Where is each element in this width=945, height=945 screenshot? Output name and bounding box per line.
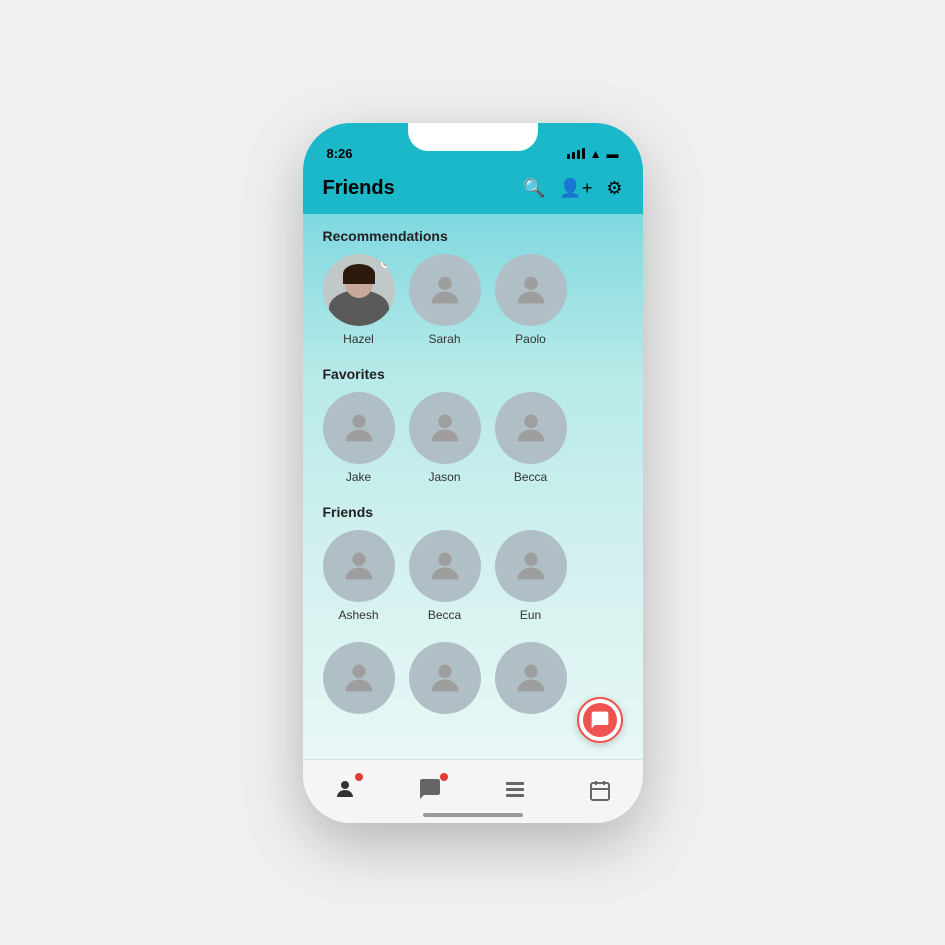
avatar-jake[interactable]: Jake xyxy=(323,392,395,484)
favorites-section: Favorites Jake xyxy=(303,352,643,490)
eun-name: Eun xyxy=(520,608,541,622)
avatar-eun[interactable]: Eun xyxy=(495,530,567,622)
jason-avatar-circle xyxy=(409,392,481,464)
recommendations-section: Recommendations Hazel xyxy=(303,214,643,352)
add-friend-icon[interactable]: 👤+ xyxy=(559,178,592,199)
events-nav-icon xyxy=(588,779,612,803)
eun-avatar-circle xyxy=(495,530,567,602)
phone-frame: 8:26 ▲ ▬ Friends 🔍 👤+ ⚙ Recommendations xyxy=(303,123,643,823)
settings-icon[interactable]: ⚙ xyxy=(606,178,622,199)
avatar-becca-friends[interactable]: Becca xyxy=(409,530,481,622)
paolo-name: Paolo xyxy=(515,332,546,346)
feed-nav-icon xyxy=(503,779,527,803)
avatar-becca-fav[interactable]: Becca xyxy=(495,392,567,484)
header-icons: 🔍 👤+ ⚙ xyxy=(523,178,623,199)
friends-badge xyxy=(355,773,363,781)
avatar-more-1[interactable] xyxy=(323,642,395,714)
becca-fav-avatar-circle xyxy=(495,392,567,464)
eun-person-icon xyxy=(511,546,551,586)
bottom-nav xyxy=(303,759,643,823)
messages-nav-icon xyxy=(418,777,442,801)
nav-friends[interactable] xyxy=(333,777,357,806)
nav-feed[interactable] xyxy=(503,779,527,803)
more-1-icon xyxy=(339,658,379,698)
notch xyxy=(408,123,538,151)
avatar-hazel[interactable]: Hazel xyxy=(323,254,395,346)
friends-label: Friends xyxy=(323,504,623,520)
more-2-circle xyxy=(409,642,481,714)
becca-fav-name: Becca xyxy=(514,470,547,484)
favorites-label: Favorites xyxy=(323,366,623,382)
jason-person-icon xyxy=(425,408,465,448)
app-content: Recommendations Hazel xyxy=(303,214,643,759)
home-indicator xyxy=(423,813,523,817)
becca-friends-avatar-circle xyxy=(409,530,481,602)
svg-text:+: + xyxy=(602,710,607,719)
avatar-paolo[interactable]: Paolo xyxy=(495,254,567,346)
becca-friends-name: Becca xyxy=(428,608,461,622)
avatar-more-2[interactable] xyxy=(409,642,481,714)
hazel-name: Hazel xyxy=(343,332,374,346)
sarah-avatar-circle xyxy=(409,254,481,326)
messages-badge xyxy=(440,773,448,781)
hazel-notification-dot xyxy=(381,258,391,268)
friends-nav-icon xyxy=(333,777,357,801)
becca-fav-person-icon xyxy=(511,408,551,448)
fab-button[interactable]: + xyxy=(577,697,623,743)
sarah-person-icon xyxy=(425,270,465,310)
app-header: Friends 🔍 👤+ ⚙ xyxy=(303,167,643,214)
search-icon[interactable]: 🔍 xyxy=(523,178,545,199)
more-friends-row xyxy=(323,642,623,714)
nav-events[interactable] xyxy=(588,779,612,803)
more-2-icon xyxy=(425,658,465,698)
battery-icon: ▬ xyxy=(607,147,619,161)
signal-icon xyxy=(567,148,585,159)
avatar-more-3[interactable] xyxy=(495,642,567,714)
ashesh-person-icon xyxy=(339,546,379,586)
avatar-sarah[interactable]: Sarah xyxy=(409,254,481,346)
friends-section: Friends Ashesh xyxy=(303,490,643,628)
jason-name: Jason xyxy=(428,470,460,484)
more-3-icon xyxy=(511,658,551,698)
favorites-row: Jake Jason xyxy=(323,392,623,484)
recommendations-label: Recommendations xyxy=(323,228,623,244)
paolo-person-icon xyxy=(511,270,551,310)
status-time: 8:26 xyxy=(327,146,353,161)
nav-messages[interactable] xyxy=(418,777,442,806)
more-1-circle xyxy=(323,642,395,714)
fab-icon: + xyxy=(583,703,617,737)
friends-row: Ashesh Becca xyxy=(323,530,623,622)
wifi-icon: ▲ xyxy=(590,147,602,161)
more-3-circle xyxy=(495,642,567,714)
paolo-avatar-circle xyxy=(495,254,567,326)
app-title: Friends xyxy=(323,177,395,200)
sarah-name: Sarah xyxy=(428,332,460,346)
ashesh-avatar-circle xyxy=(323,530,395,602)
recommendations-row: Hazel Sarah xyxy=(323,254,623,346)
jake-name: Jake xyxy=(346,470,371,484)
becca-friends-person-icon xyxy=(425,546,465,586)
ashesh-name: Ashesh xyxy=(338,608,378,622)
jake-person-icon xyxy=(339,408,379,448)
jake-avatar-circle xyxy=(323,392,395,464)
avatar-jason[interactable]: Jason xyxy=(409,392,481,484)
avatar-ashesh[interactable]: Ashesh xyxy=(323,530,395,622)
status-icons: ▲ ▬ xyxy=(567,147,619,161)
hazel-avatar-circle xyxy=(323,254,395,326)
